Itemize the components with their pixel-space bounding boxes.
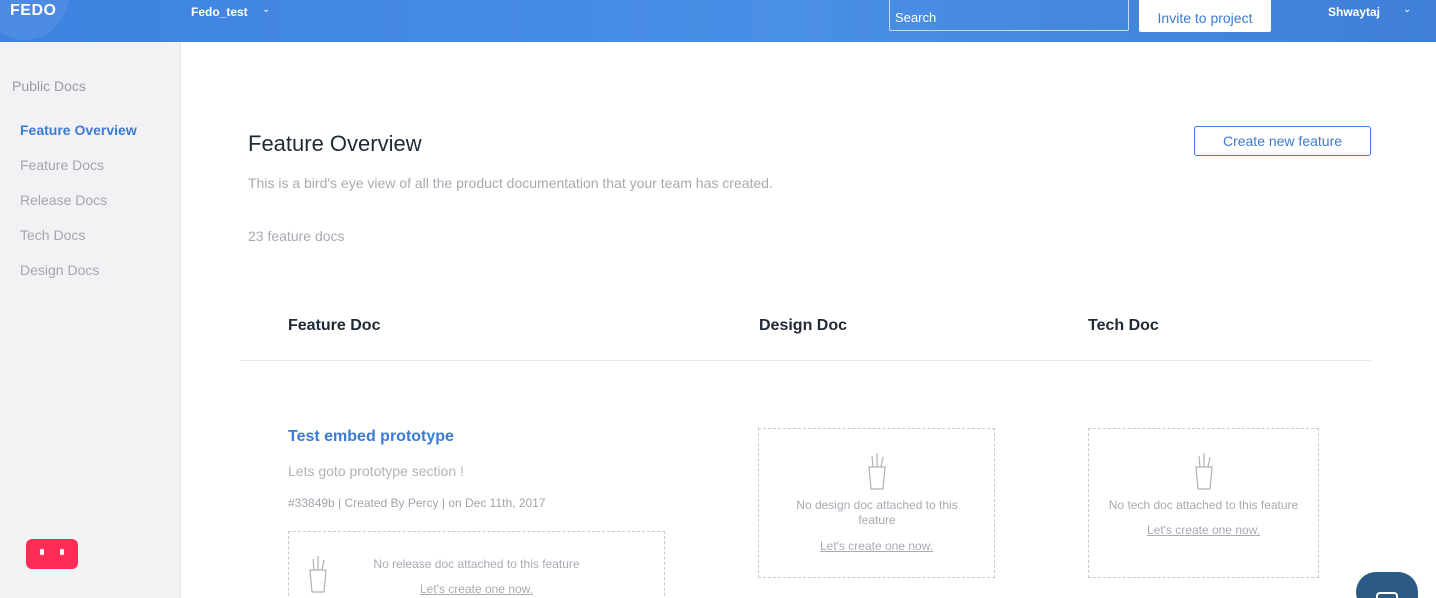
app-logo[interactable]: FEDO — [10, 2, 56, 20]
chat-widget-icon — [60, 549, 64, 555]
feature-doc-count: 23 feature docs — [248, 228, 345, 244]
page-subtitle: This is a bird's eye view of all the pro… — [248, 175, 773, 191]
release-create-link[interactable]: Let's create one now. — [289, 582, 664, 596]
sidebar-item-tech-docs[interactable]: Tech Docs — [20, 227, 85, 243]
tech-empty-message: No tech doc attached to this feature — [1108, 498, 1299, 512]
project-switcher-label[interactable]: Fedo_test — [191, 5, 248, 19]
search-input[interactable] — [889, 0, 1129, 31]
sidebar-heading: Public Docs — [12, 78, 86, 94]
design-create-link[interactable]: Let's create one now. — [759, 539, 994, 553]
release-empty-message: No release doc attached to this feature — [373, 557, 580, 571]
design-empty-message: No design doc attached to this feature — [796, 498, 958, 527]
chat-icon — [1376, 592, 1398, 598]
column-header-feature-doc: Feature Doc — [288, 317, 381, 334]
feature-description: Lets goto prototype section ! — [288, 463, 464, 479]
chat-widget-icon — [40, 549, 44, 555]
sidebar-item-feature-docs[interactable]: Feature Docs — [20, 157, 104, 173]
feature-title-link[interactable]: Test embed prototype — [288, 428, 454, 446]
top-navigation-bar: FEDO Fedo_test ⌄ Invite to project Shway… — [0, 0, 1436, 42]
sidebar-item-feature-overview[interactable]: Feature Overview — [20, 122, 137, 138]
tech-create-link[interactable]: Let's create one now. — [1089, 523, 1318, 537]
pencil-cup-icon — [1195, 453, 1213, 490]
chat-widget-button[interactable] — [26, 539, 78, 569]
user-menu-label[interactable]: Shwaytaj — [1328, 5, 1380, 19]
support-chat-button[interactable] — [1356, 572, 1418, 598]
page-title: Feature Overview — [248, 131, 422, 156]
sidebar-item-design-docs[interactable]: Design Docs — [20, 262, 99, 278]
release-doc-empty-state: No release doc attached to this feature … — [288, 531, 665, 598]
create-new-feature-button[interactable]: Create new feature — [1194, 126, 1371, 156]
tech-doc-empty-state: No tech doc attached to this feature Let… — [1088, 428, 1319, 578]
column-header-design-doc: Design Doc — [759, 317, 848, 334]
chevron-down-icon[interactable]: ⌄ — [1403, 4, 1411, 15]
header-divider — [241, 360, 1371, 361]
chevron-down-icon[interactable]: ⌄ — [262, 4, 270, 15]
sidebar: Public Docs Feature Overview Feature Doc… — [0, 42, 181, 598]
pencil-cup-icon — [868, 453, 886, 490]
column-header-tech-doc: Tech Doc — [1088, 317, 1159, 334]
invite-to-project-button[interactable]: Invite to project — [1139, 0, 1271, 32]
design-doc-empty-state: No design doc attached to this feature L… — [758, 428, 995, 578]
feature-meta: #33849b | Created By Percy | on Dec 11th… — [288, 496, 546, 510]
sidebar-item-release-docs[interactable]: Release Docs — [20, 192, 107, 208]
